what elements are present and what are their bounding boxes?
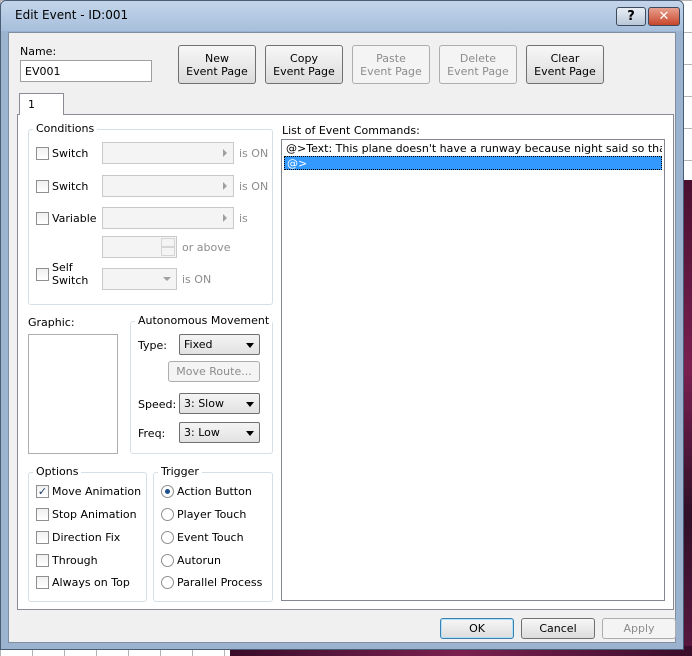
close-icon: ✕: [658, 9, 670, 24]
event-commands-label: List of Event Commands:: [282, 124, 420, 137]
chevron-down-icon: [246, 343, 254, 348]
trigger-parallel-process-radio[interactable]: [161, 576, 174, 589]
window-title: Edit Event - ID:001: [15, 8, 129, 22]
dialog-client-area: Name: New Event Page Copy Event Page Pas…: [8, 32, 676, 643]
trigger-action-button-radio[interactable]: [161, 485, 174, 498]
trigger-event-touch-radio[interactable]: [161, 531, 174, 544]
background-map-strip: [684, 180, 692, 656]
speed-label: Speed:: [138, 398, 177, 411]
always-on-top-checkbox[interactable]: [36, 576, 49, 589]
variable-select[interactable]: [102, 207, 234, 229]
cancel-button[interactable]: Cancel: [521, 618, 595, 639]
close-button[interactable]: ✕: [648, 7, 680, 26]
chevron-down-icon: [163, 277, 171, 281]
command-row[interactable]: @>Text: This plane doesn't have a runway…: [284, 142, 662, 156]
chevron-down-icon: [246, 431, 254, 436]
variable-value-spinner[interactable]: [102, 236, 177, 258]
move-animation-checkbox[interactable]: ✓: [36, 485, 49, 498]
switch1-checkbox[interactable]: [36, 147, 49, 160]
switch1-suffix: is ON: [239, 147, 269, 160]
direction-fix-checkbox[interactable]: [36, 531, 49, 544]
chevron-right-icon: [223, 149, 227, 157]
spin-down-icon[interactable]: [161, 247, 175, 256]
stop-animation-checkbox[interactable]: [36, 508, 49, 521]
freq-label: Freq:: [138, 427, 166, 440]
switch2-label: Switch: [52, 180, 89, 193]
freq-select[interactable]: 3: Low: [179, 422, 260, 443]
edit-event-dialog: Edit Event - ID:001 ? ✕ Name: New Event …: [0, 0, 684, 650]
spin-up-icon[interactable]: [161, 238, 175, 247]
stop-animation-label: Stop Animation: [52, 508, 137, 521]
delete-event-page-button[interactable]: Delete Event Page: [439, 45, 517, 84]
move-animation-label: Move Animation: [52, 485, 142, 498]
command-row-selected[interactable]: @>: [284, 156, 662, 170]
through-label: Through: [52, 554, 98, 567]
trigger-autorun-label: Autorun: [177, 554, 222, 567]
variable-label: Variable: [52, 212, 97, 225]
trigger-autorun-radio[interactable]: [161, 554, 174, 567]
chevron-right-icon: [223, 182, 227, 190]
switch2-checkbox[interactable]: [36, 180, 49, 193]
or-above-label: or above: [182, 241, 231, 254]
title-bar[interactable]: Edit Event - ID:001 ? ✕: [1, 1, 683, 31]
trigger-action-button-label: Action Button: [177, 485, 252, 498]
variable-suffix: is: [239, 212, 248, 225]
self-switch-label-line1: Self: [52, 261, 73, 274]
conditions-title: Conditions: [33, 122, 98, 135]
direction-fix-label: Direction Fix: [52, 531, 121, 544]
always-on-top-label: Always on Top: [52, 576, 130, 589]
switch2-suffix: is ON: [239, 180, 269, 193]
trigger-event-touch-label: Event Touch: [177, 531, 244, 544]
autonomous-movement-title: Autonomous Movement: [135, 314, 273, 327]
trigger-parallel-process-label: Parallel Process: [177, 576, 263, 589]
trigger-player-touch-label: Player Touch: [177, 508, 247, 521]
graphic-preview[interactable]: [28, 334, 118, 454]
variable-checkbox[interactable]: [36, 212, 49, 225]
chevron-down-icon: [246, 402, 254, 407]
self-switch-suffix: is ON: [182, 273, 212, 286]
type-label: Type:: [138, 339, 167, 352]
through-checkbox[interactable]: [36, 554, 49, 567]
tab-page-1[interactable]: 1: [19, 93, 64, 115]
switch2-select[interactable]: [102, 175, 234, 197]
help-icon: ?: [627, 9, 635, 24]
checkmark-icon: ✓: [37, 485, 48, 498]
trigger-player-touch-radio[interactable]: [161, 508, 174, 521]
paste-event-page-button[interactable]: Paste Event Page: [352, 45, 430, 84]
chevron-right-icon: [223, 214, 227, 222]
move-route-button[interactable]: Move Route...: [168, 361, 260, 382]
ok-button[interactable]: OK: [440, 618, 514, 639]
self-switch-checkbox[interactable]: [36, 268, 49, 281]
speed-select[interactable]: 3: Slow: [179, 393, 260, 414]
name-label: Name:: [20, 45, 57, 58]
event-commands-list[interactable]: @>Text: This plane doesn't have a runway…: [281, 139, 665, 601]
help-button[interactable]: ?: [616, 7, 646, 26]
self-switch-select[interactable]: [102, 268, 177, 290]
switch1-select[interactable]: [102, 142, 234, 164]
switch1-label: Switch: [52, 147, 89, 160]
movement-type-select[interactable]: Fixed: [179, 334, 260, 355]
clear-event-page-button[interactable]: Clear Event Page: [526, 45, 604, 84]
graphic-label: Graphic:: [28, 316, 75, 329]
self-switch-label-line2: Switch: [52, 274, 89, 287]
copy-event-page-button[interactable]: Copy Event Page: [265, 45, 343, 84]
trigger-title: Trigger: [158, 465, 202, 478]
name-input[interactable]: [20, 60, 152, 82]
apply-button[interactable]: Apply: [602, 618, 676, 639]
new-event-page-button[interactable]: New Event Page: [178, 45, 256, 84]
options-title: Options: [33, 465, 82, 478]
